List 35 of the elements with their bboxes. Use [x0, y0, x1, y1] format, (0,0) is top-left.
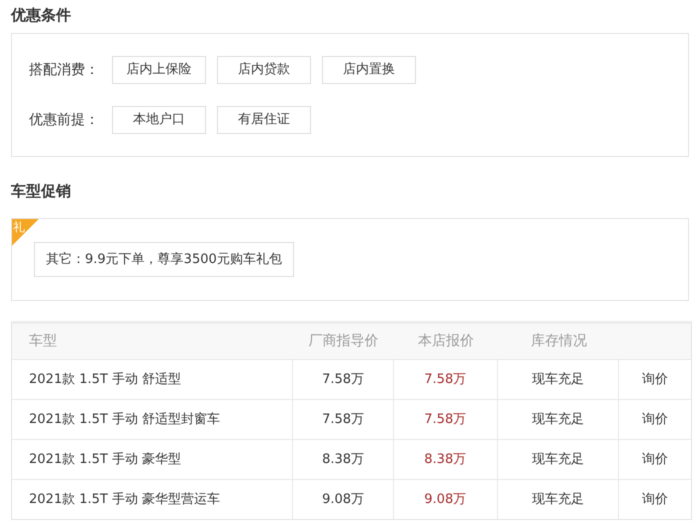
table-cell: 8.38万 — [392, 440, 497, 479]
column-header: 车型 — [28, 332, 58, 351]
table-cell: 现车充足 — [496, 480, 618, 519]
table-cell: 7.58万 — [292, 400, 393, 439]
inquiry-link[interactable]: 询价 — [642, 370, 668, 390]
inquiry-link[interactable]: 询价 — [642, 450, 668, 470]
inquiry-link[interactable]: 询价 — [642, 490, 668, 510]
table-cell: 现车充足 — [496, 360, 618, 399]
condition-tag: 有居住证 — [217, 106, 311, 134]
table-cell: 现车充足 — [496, 400, 618, 439]
table-cell: 7.58万 — [392, 360, 497, 399]
table-cell-text: 2021款 1.5T 手动 豪华型营运车 — [28, 490, 222, 509]
table-cell: 现车充足 — [496, 440, 618, 479]
offer-tag: 其它：9.9元下单，尊享3500元购车礼包 — [34, 242, 294, 277]
table-cell: 8.38万 — [292, 440, 393, 479]
inquiry-link[interactable]: 询价 — [642, 410, 668, 430]
table-cell-text: 2021款 1.5T 手动 舒适型封窗车 — [28, 410, 222, 429]
table-cell: 7.58万 — [392, 400, 497, 439]
gift-corner-badge: 礼 — [12, 219, 39, 246]
table-cell-text: 2021款 1.5T 手动 豪华型 — [28, 450, 182, 469]
column-header: 厂商指导价 — [308, 332, 380, 351]
section-title: 优惠条件 — [11, 5, 72, 26]
condition-tag: 店内置换 — [322, 56, 416, 84]
section-title: 车型促销 — [11, 181, 72, 202]
condition-tag: 本地户口 — [112, 106, 206, 134]
table-cell-text: 2021款 1.5T 手动 舒适型 — [28, 370, 182, 389]
column-header: 库存情况 — [530, 332, 588, 351]
table-cell: 7.58万 — [292, 360, 393, 399]
condition-label: 优惠前提： — [29, 110, 100, 130]
condition-tag: 店内上保险 — [112, 56, 206, 84]
table-cell: 9.08万 — [392, 480, 497, 519]
condition-label: 搭配消费： — [29, 60, 100, 80]
column-header: 本店报价 — [417, 332, 475, 351]
condition-tag: 店内贷款 — [217, 56, 311, 84]
table-cell: 9.08万 — [292, 480, 393, 519]
